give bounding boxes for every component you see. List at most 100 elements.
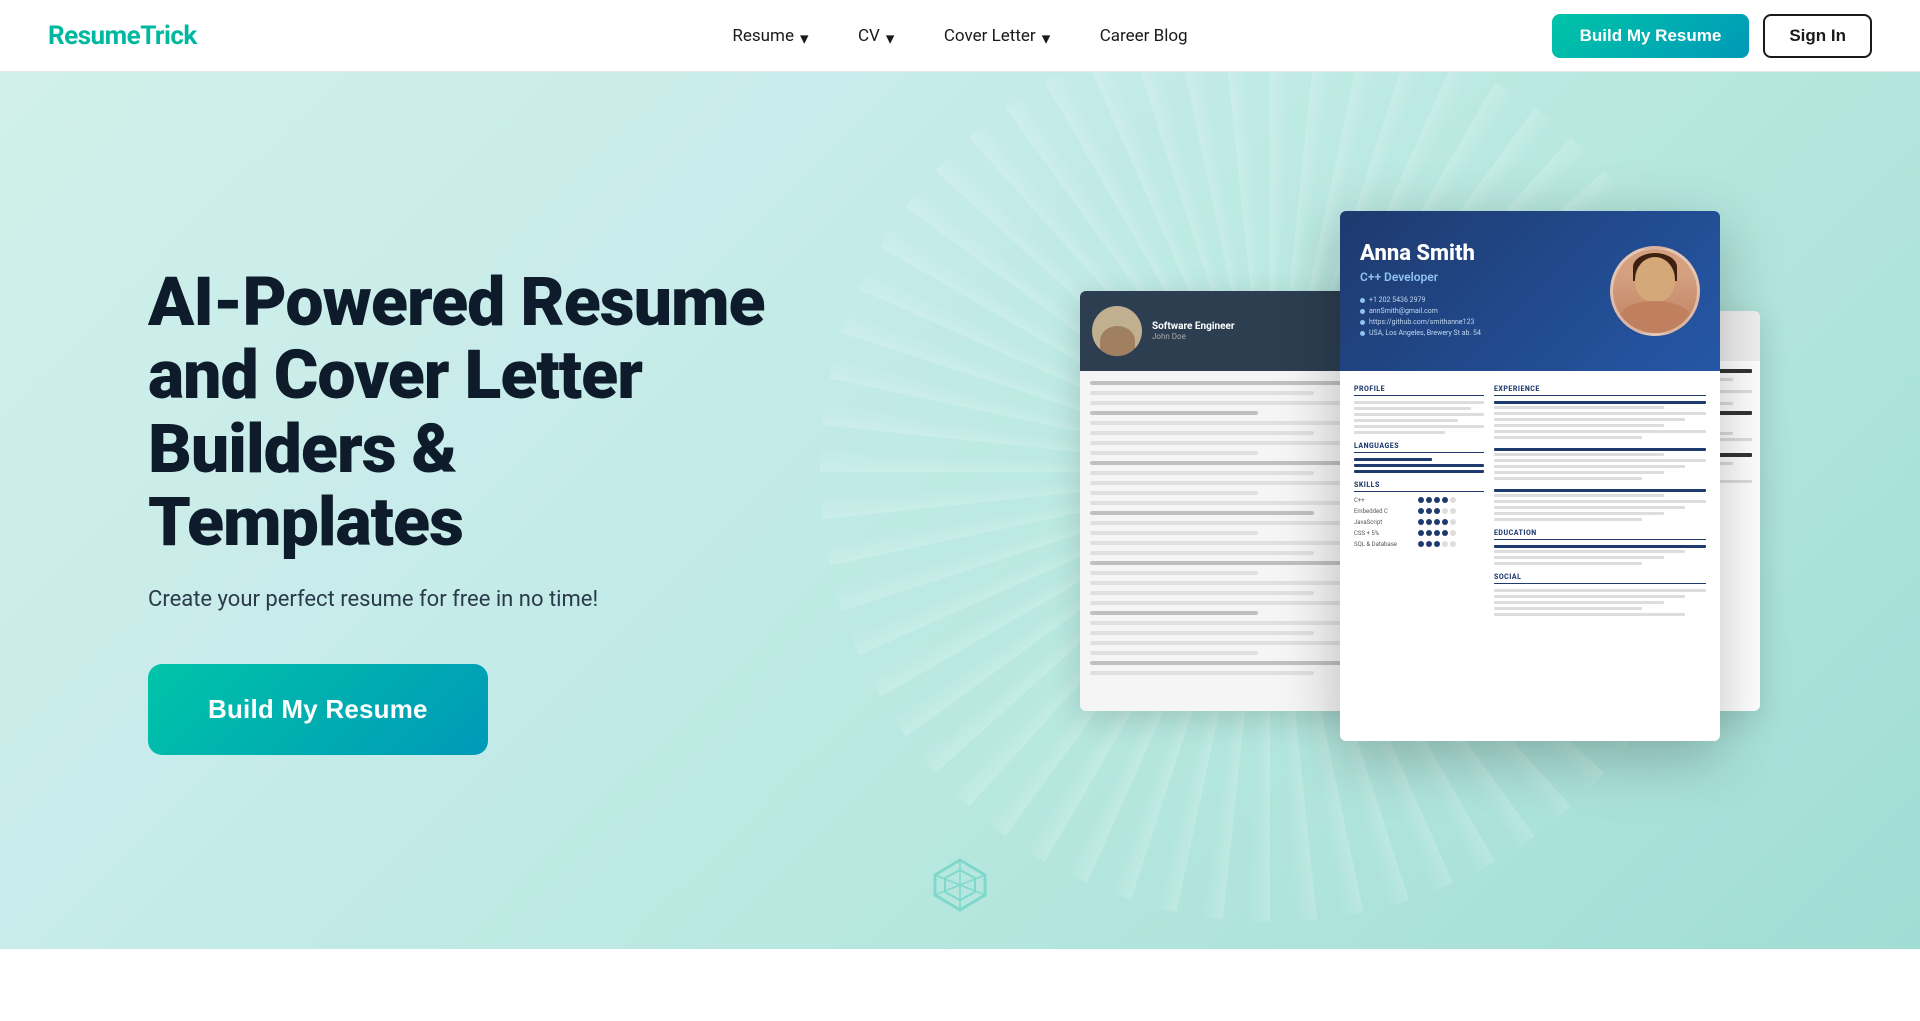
resume-line: [1090, 451, 1258, 455]
resume-back-info: Software Engineer John Doe: [1152, 321, 1235, 341]
skill-row: CSS + 5%: [1354, 530, 1484, 537]
resume-line: [1494, 436, 1642, 439]
resume-line: [1494, 453, 1664, 456]
resume-line: [1494, 489, 1706, 492]
resume-front-avatar: [1610, 246, 1700, 336]
nav-label-cover-letter: Cover Letter: [944, 26, 1036, 46]
resume-line: [1494, 448, 1706, 451]
skill-row: C++: [1354, 497, 1484, 504]
logo-text-resume: Resume: [48, 21, 140, 51]
resume-line: [1090, 591, 1314, 595]
contact-dot-icon: [1360, 320, 1365, 325]
logo[interactable]: ResumeTrick: [48, 21, 197, 51]
resume-line: [1494, 562, 1642, 565]
nav-item-cv[interactable]: CV ▾: [840, 18, 918, 54]
resume-line: [1354, 425, 1484, 428]
bottom-watermark: [930, 855, 990, 919]
resume-preview-back: Software Engineer John Doe: [1080, 291, 1380, 711]
resume-line: [1354, 407, 1471, 410]
hero-content: AI-Powered Resume and Cover Letter Build…: [0, 266, 780, 756]
avatar-face-shape: [1635, 257, 1675, 302]
resume-section-skills: Skills: [1354, 481, 1484, 492]
nav-item-cover-letter[interactable]: Cover Letter ▾: [926, 18, 1074, 54]
nav-label-cv: CV: [858, 26, 880, 46]
resume-line: [1494, 556, 1664, 559]
resume-back-body: [1080, 371, 1380, 691]
nav-label-resume: Resume: [732, 26, 794, 46]
header-actions: Build My Resume Sign In: [1552, 14, 1872, 58]
resume-line: [1090, 411, 1258, 415]
resume-back-title: John Doe: [1152, 332, 1235, 341]
hero-build-resume-button[interactable]: Build My Resume: [148, 664, 488, 755]
resume-line: [1090, 531, 1258, 535]
resume-line: [1494, 595, 1685, 598]
resume-line: [1494, 418, 1685, 421]
resume-line: [1494, 607, 1642, 610]
resume-line: [1354, 431, 1445, 434]
resume-line: [1090, 421, 1370, 425]
resume-line: [1090, 671, 1314, 675]
skill-row: SQL & Database: [1354, 541, 1484, 548]
resume-line: [1354, 419, 1458, 422]
resume-line: [1090, 621, 1370, 625]
contact-dot-icon: [1360, 298, 1365, 303]
resume-line: [1090, 611, 1258, 615]
resume-line: [1494, 500, 1706, 503]
resume-line: [1090, 431, 1314, 435]
skill-row: Embedded C: [1354, 508, 1484, 515]
resume-line: [1494, 613, 1685, 616]
hero-subtitle: Create your perfect resume for free in n…: [148, 587, 780, 612]
resume-name: Anna Smith: [1360, 241, 1594, 266]
resume-line: [1494, 550, 1685, 553]
resume-line: [1354, 464, 1484, 467]
resume-contact-email: annSmith@gmail.com: [1360, 307, 1594, 315]
resume-front-header: Anna Smith C++ Developer +1 202 5436 297…: [1340, 211, 1720, 371]
resume-line: [1090, 641, 1370, 645]
resume-line: [1090, 391, 1314, 395]
resume-line: [1494, 545, 1706, 548]
resume-section-social: Social: [1494, 573, 1706, 584]
resume-line: [1090, 441, 1370, 445]
resume-line: [1090, 601, 1370, 605]
resume-line: [1090, 581, 1370, 585]
resume-line: [1090, 511, 1314, 515]
resume-front-info: Anna Smith C++ Developer +1 202 5436 297…: [1360, 241, 1594, 340]
resume-line: [1090, 401, 1370, 405]
resume-line: [1354, 413, 1484, 416]
avatar-body-shape: [1100, 326, 1135, 356]
resume-section-experience: Experience: [1494, 385, 1706, 396]
resume-back-name: Software Engineer: [1152, 321, 1235, 332]
main-nav: Resume ▾ CV ▾ Cover Letter ▾ Career Blog: [714, 18, 1205, 54]
resume-contact-github: https://github.com/smithanne123: [1360, 318, 1594, 326]
nav-label-career-blog: Career Blog: [1100, 26, 1188, 46]
nav-item-career-blog[interactable]: Career Blog: [1082, 18, 1206, 54]
resume-section-languages: Languages: [1354, 442, 1484, 453]
resume-mockup-container: Software Engineer John Doe: [1140, 211, 1720, 811]
header-build-resume-button[interactable]: Build My Resume: [1552, 14, 1750, 58]
sign-in-button[interactable]: Sign In: [1763, 14, 1872, 58]
nav-item-resume[interactable]: Resume ▾: [714, 18, 832, 54]
resume-line: [1090, 561, 1370, 565]
resume-line: [1090, 631, 1314, 635]
chevron-down-icon: ▾: [1042, 29, 1056, 43]
resume-line: [1090, 491, 1258, 495]
resume-line: [1494, 506, 1685, 509]
resume-role: C++ Developer: [1360, 270, 1594, 284]
resume-line: [1090, 541, 1370, 545]
resume-line: [1494, 477, 1642, 480]
resume-line: [1494, 406, 1664, 409]
resume-line: [1090, 571, 1258, 575]
resume-line: [1090, 661, 1370, 665]
resume-line: [1090, 461, 1370, 465]
avatar-body-shape: [1620, 301, 1690, 333]
contact-dot-icon: [1360, 331, 1365, 336]
contact-dot-icon: [1360, 309, 1365, 314]
resume-line: [1494, 494, 1664, 497]
resume-line: [1494, 512, 1664, 515]
logo-text-trick: Trick: [140, 21, 197, 51]
resume-line: [1494, 589, 1706, 592]
resume-line: [1494, 471, 1664, 474]
resume-line: [1090, 381, 1370, 385]
resume-line: [1090, 551, 1314, 555]
resume-line: [1090, 521, 1370, 525]
